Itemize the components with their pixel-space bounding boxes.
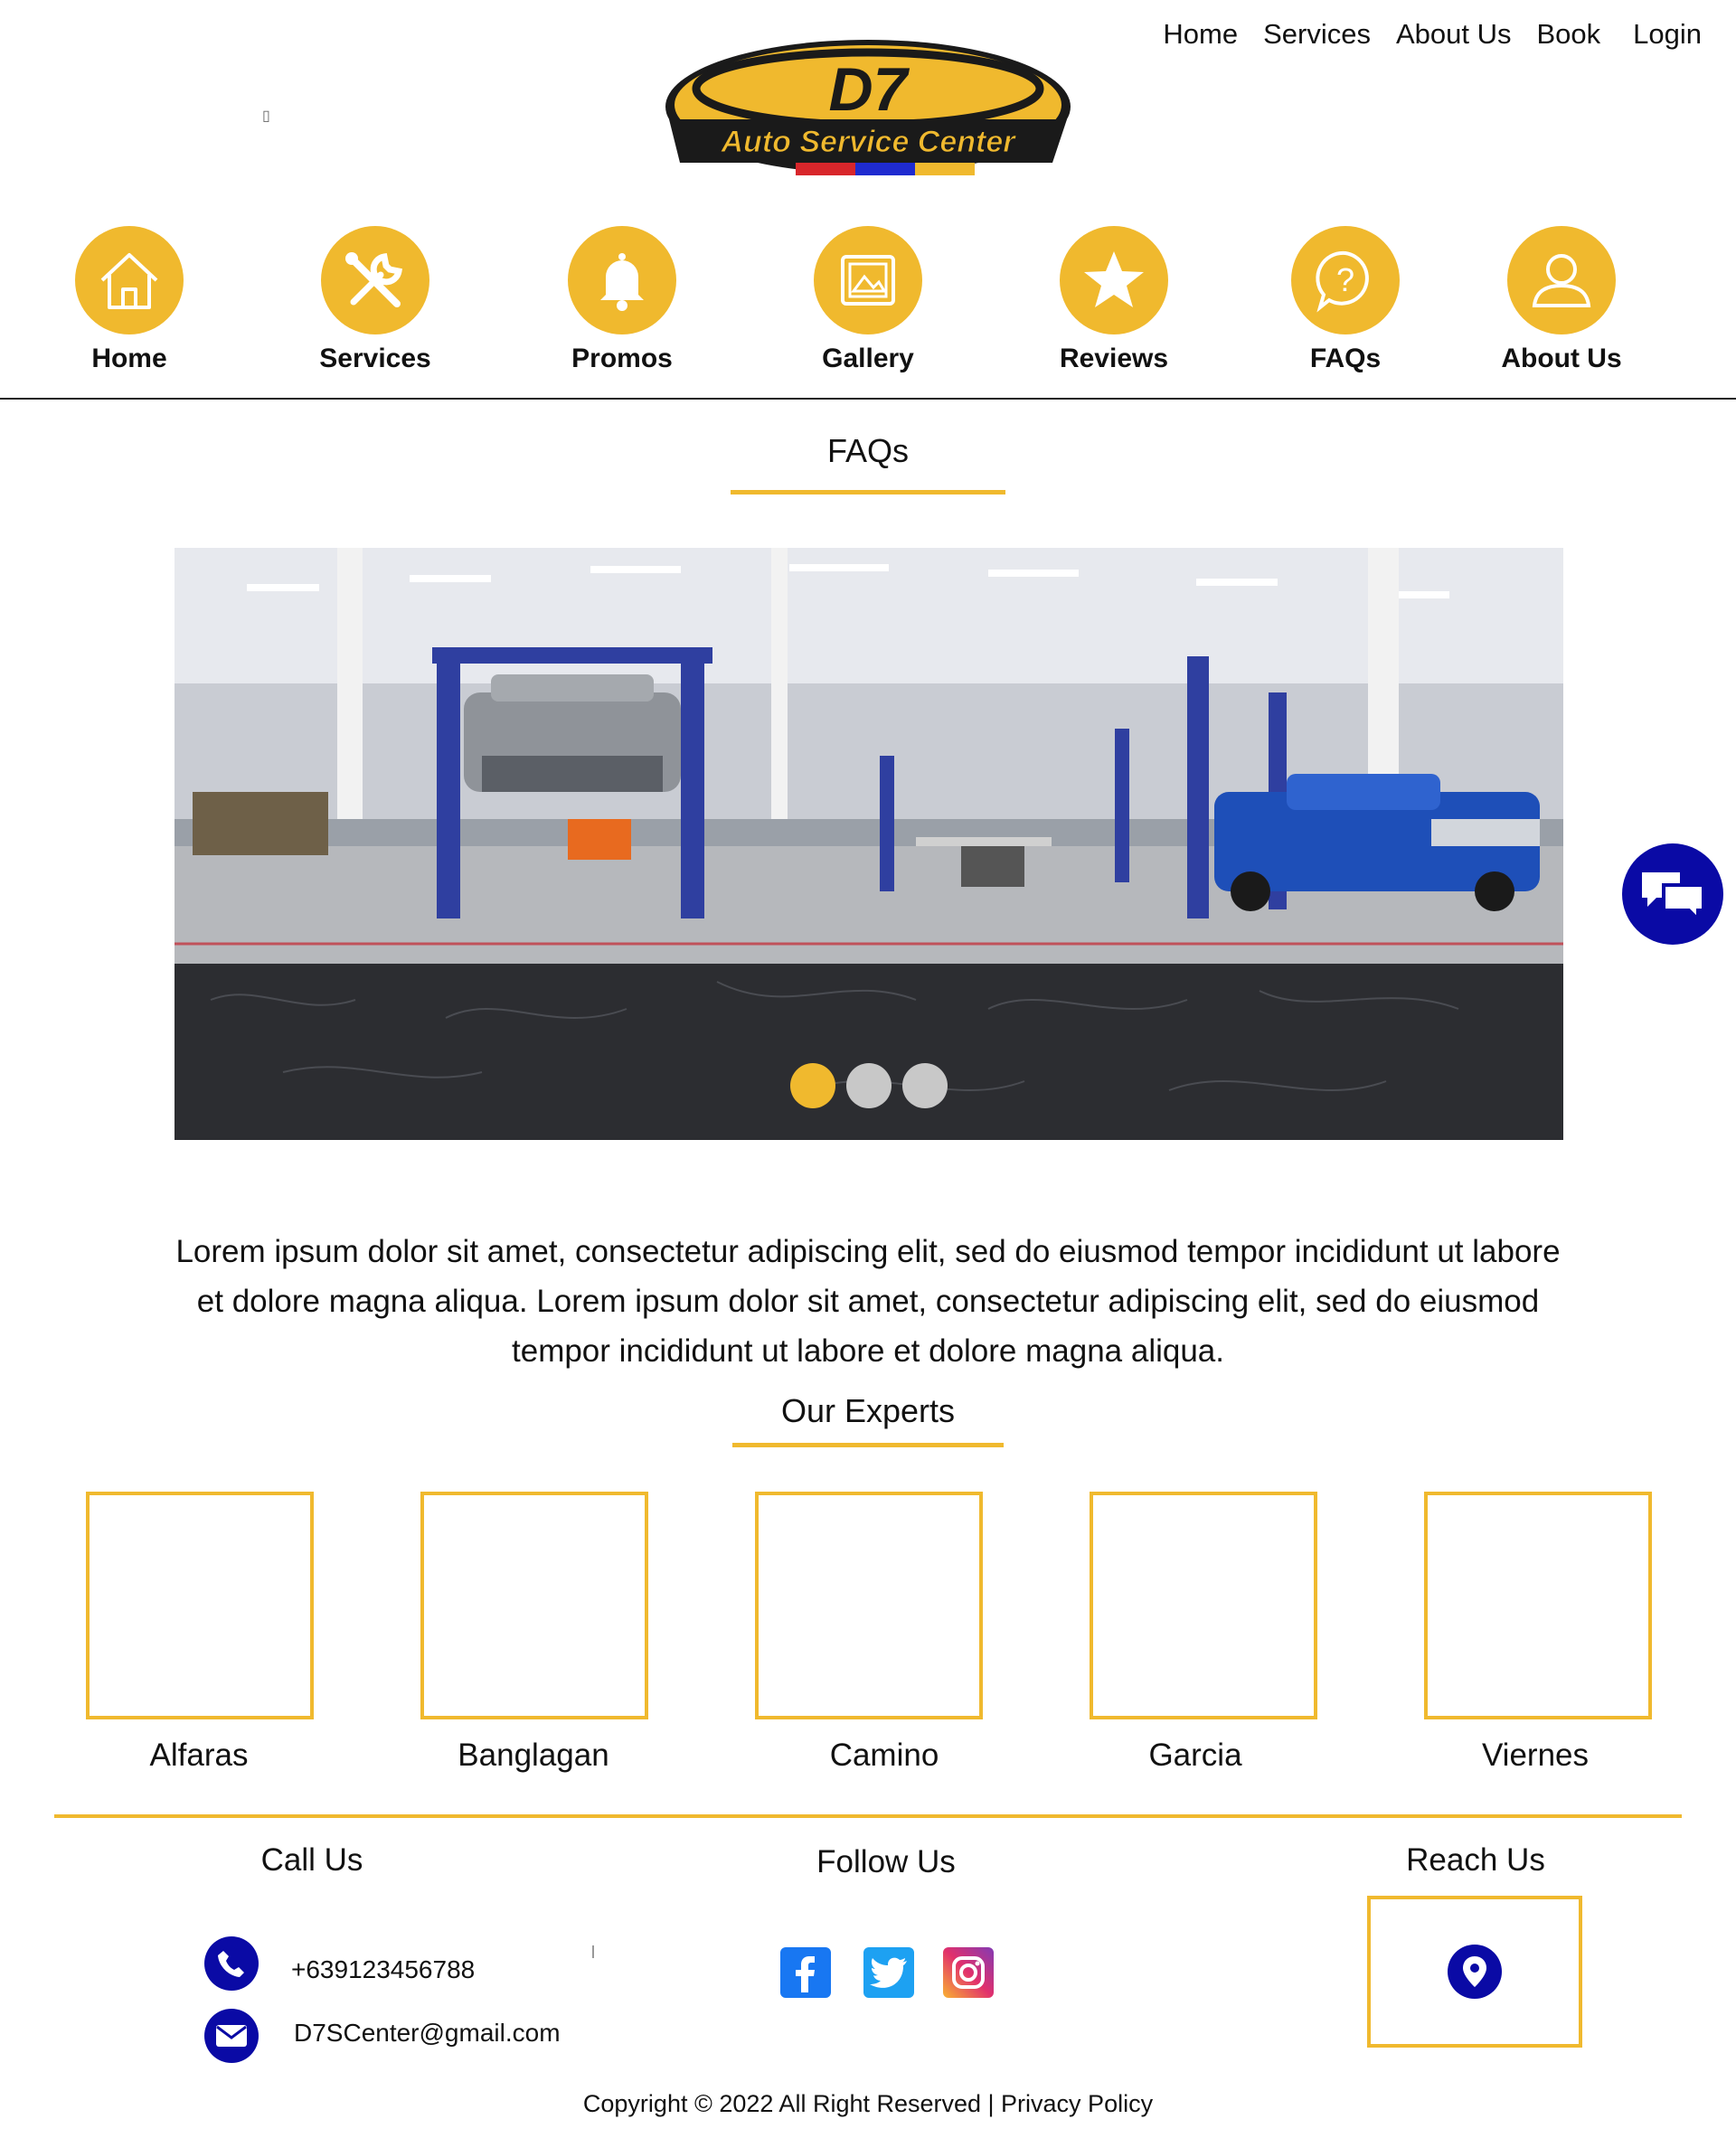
chat-icon (1642, 872, 1705, 923)
page-title: FAQs (826, 432, 910, 469)
icon-nav-services[interactable]: Services (276, 226, 475, 374)
icon-nav-faqs[interactable]: ? FAQs (1246, 226, 1445, 374)
separator-mark (592, 1945, 594, 1958)
follow-us-title: Follow Us (816, 1844, 956, 1879)
icon-nav-about-us[interactable]: About Us (1462, 226, 1661, 374)
logo-brand-text: D7 (829, 55, 910, 124)
expert-photo (1090, 1492, 1317, 1719)
expert-card[interactable]: Viernes (1424, 1492, 1652, 1773)
expert-photo (1424, 1492, 1652, 1719)
reach-us-title: Reach Us (1406, 1842, 1545, 1878)
image-icon (841, 255, 895, 306)
phone-number[interactable]: +639123456788 (291, 1955, 475, 1984)
expert-card[interactable]: Banglagan (420, 1492, 648, 1773)
icon-nav-label: Gallery (822, 344, 914, 373)
nav-divider (0, 398, 1736, 400)
copyright-text: Copyright © 2022 All Right Reserved | Pr… (582, 2090, 1154, 2117)
expert-name: Garcia (1148, 1738, 1242, 1773)
expert-card[interactable]: Garcia (1090, 1492, 1317, 1773)
icon-nav-label: Services (319, 344, 431, 373)
icon-nav-label: Home (91, 344, 167, 373)
facebook-icon[interactable] (780, 1947, 831, 1998)
svg-text:?: ? (1336, 261, 1354, 298)
expert-photo (86, 1492, 314, 1719)
top-nav-services[interactable]: Services (1263, 18, 1371, 51)
expert-card[interactable]: Alfaras (86, 1492, 314, 1773)
map-box[interactable] (1367, 1896, 1582, 2048)
bell-icon (600, 253, 644, 311)
hero-carousel[interactable] (175, 548, 1563, 1140)
title-underline (731, 490, 1005, 494)
carousel-dot[interactable] (846, 1063, 892, 1108)
placeholder-glyph: ▯ (262, 108, 270, 124)
top-nav-login[interactable]: Login (1633, 18, 1702, 51)
experts-underline (732, 1443, 1004, 1447)
expert-name: Alfaras (149, 1738, 249, 1773)
faq-body-text: Lorem ipsum dolor sit amet, consectetur … (175, 1234, 1561, 1369)
icon-nav-label: FAQs (1309, 344, 1382, 373)
expert-name: Camino (829, 1738, 939, 1773)
icon-nav-promos[interactable]: Promos (523, 226, 722, 374)
top-nav-about-us[interactable]: About Us (1396, 18, 1512, 51)
chat-button[interactable] (1622, 843, 1723, 945)
call-us-title: Call Us (260, 1842, 363, 1878)
phone-icon[interactable] (204, 1936, 259, 1991)
logo-tagline-text: Auto Service Center (721, 125, 1017, 159)
brand-logo[interactable]: D7 Auto Service Center (662, 36, 1074, 186)
carousel-dot[interactable] (790, 1063, 835, 1108)
location-pin-icon[interactable] (1448, 1945, 1502, 1999)
icon-nav: Home Services Promos Gallery Reviews ? F… (0, 226, 1736, 380)
experts-title: Our Experts (780, 1392, 956, 1429)
email-address[interactable]: D7SCenter@gmail.com (294, 2019, 561, 2048)
icon-nav-reviews[interactable]: Reviews (1014, 226, 1213, 374)
instagram-icon[interactable] (943, 1947, 994, 1998)
expert-name: Viernes (1481, 1738, 1590, 1773)
expert-name: Banglagan (458, 1738, 609, 1773)
top-nav: Home Services About Us Book Login (1163, 18, 1702, 51)
icon-nav-label: Promos (571, 344, 673, 373)
twitter-icon[interactable] (863, 1947, 914, 1998)
garage-photo (175, 548, 1563, 1140)
icon-nav-gallery[interactable]: Gallery (769, 226, 967, 374)
expert-photo (420, 1492, 648, 1719)
carousel-dots (175, 1063, 1563, 1108)
icon-nav-label: About Us (1501, 344, 1622, 373)
user-icon (1532, 254, 1591, 307)
top-nav-book[interactable]: Book (1536, 18, 1600, 51)
carousel-dot[interactable] (902, 1063, 948, 1108)
star-icon (1084, 251, 1144, 307)
top-nav-home[interactable]: Home (1163, 18, 1238, 51)
expert-photo (755, 1492, 983, 1719)
expert-card[interactable]: Camino (755, 1492, 983, 1773)
footer-divider (54, 1814, 1682, 1818)
tools-icon (345, 252, 402, 307)
icon-nav-label: Reviews (1059, 344, 1169, 373)
home-icon (100, 253, 158, 309)
mail-icon[interactable] (204, 2009, 259, 2063)
icon-nav-home[interactable]: Home (30, 226, 229, 374)
question-icon: ? (1316, 250, 1369, 313)
